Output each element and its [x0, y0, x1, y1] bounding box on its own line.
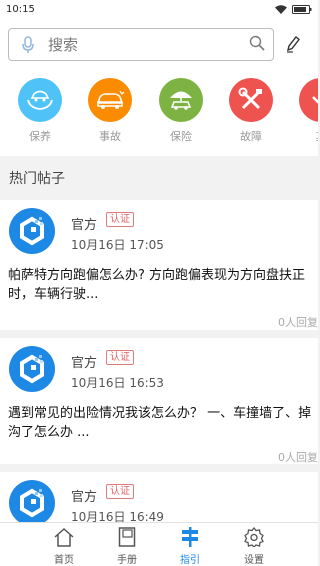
tab-label: 手册	[117, 555, 137, 566]
search-placeholder: 搜索	[48, 36, 79, 54]
tools-icon	[229, 78, 273, 122]
search-input[interactable]: 搜索	[8, 28, 274, 61]
category-other[interactable]: 其	[297, 78, 318, 144]
post-content: 遇到常见的出险情况我该怎么办？ 一、车撞墙了、掉沟了怎么办 ...	[8, 406, 312, 440]
reply-count: 0人回复	[278, 316, 318, 329]
category-maintenance[interactable]: 保养	[16, 78, 64, 144]
verified-badge: 认证	[106, 212, 134, 227]
bottom-tab-bar: 首页 手册 指引 设置	[0, 522, 318, 566]
category-row: 保养 事故 保险 故障 其	[0, 70, 318, 156]
book-icon	[103, 526, 151, 548]
home-icon	[40, 526, 88, 548]
category-insurance[interactable]: 保险	[157, 78, 205, 144]
status-bar: 10:15	[0, 0, 318, 18]
status-time: 10:15	[6, 3, 35, 15]
tab-label: 指引	[180, 555, 200, 566]
category-label: 事故	[99, 130, 121, 143]
tab-label: 首页	[54, 555, 74, 566]
category-label: 其	[297, 128, 319, 144]
tab-guide[interactable]: 指引	[166, 526, 214, 566]
tab-label: 设置	[244, 555, 264, 566]
car-crash-icon	[88, 78, 132, 122]
post-time: 10月16日 16:53	[71, 376, 164, 390]
avatar[interactable]	[9, 208, 55, 254]
signpost-icon	[166, 526, 214, 548]
category-label: 保养	[29, 130, 51, 143]
post-time: 10月16日 17:05	[71, 238, 164, 252]
category-label: 保险	[170, 130, 192, 143]
category-accident[interactable]: 事故	[86, 78, 134, 144]
post-card[interactable]: 官方 认证 10月16日 16:53 遇到常见的出险情况我该怎么办？ 一、车撞墙…	[0, 338, 318, 464]
more-icon	[299, 78, 318, 122]
category-fault[interactable]: 故障	[227, 78, 275, 144]
post-author: 官方	[71, 356, 98, 371]
verified-badge: 认证	[106, 350, 134, 365]
search-bar: 搜索	[0, 18, 318, 70]
section-title-text: 热门帖子	[9, 171, 65, 187]
gear-icon	[230, 526, 278, 548]
post-content: 帕萨特方向跑偏怎么办? 方向跑偏表现为方向盘扶正时，车辆行驶...	[8, 268, 306, 302]
battery-icon	[292, 4, 312, 14]
tab-manual[interactable]: 手册	[103, 526, 151, 566]
post-time: 10月16日 16:49	[71, 510, 164, 522]
category-label: 故障	[240, 130, 262, 143]
section-title: 热门帖子	[0, 156, 318, 200]
post-card[interactable]: 官方 认证 10月16日 16:49	[0, 472, 318, 522]
hands-car-icon	[18, 78, 62, 122]
microphone-icon[interactable]	[18, 35, 38, 54]
edit-icon[interactable]	[285, 35, 301, 57]
post-author: 官方	[71, 490, 98, 505]
avatar[interactable]	[9, 346, 55, 392]
post-author: 官方	[71, 218, 98, 233]
post-card[interactable]: 官方 认证 10月16日 17:05 帕萨特方向跑偏怎么办? 方向跑偏表现为方向…	[0, 200, 318, 330]
verified-badge: 认证	[106, 484, 134, 499]
tab-settings[interactable]: 设置	[230, 526, 278, 566]
reply-count: 0人回复	[278, 451, 318, 464]
search-icon[interactable]	[249, 35, 265, 55]
avatar[interactable]	[9, 480, 55, 522]
wifi-icon	[275, 4, 287, 14]
tab-home[interactable]: 首页	[40, 526, 88, 566]
umbrella-car-icon	[159, 78, 203, 122]
